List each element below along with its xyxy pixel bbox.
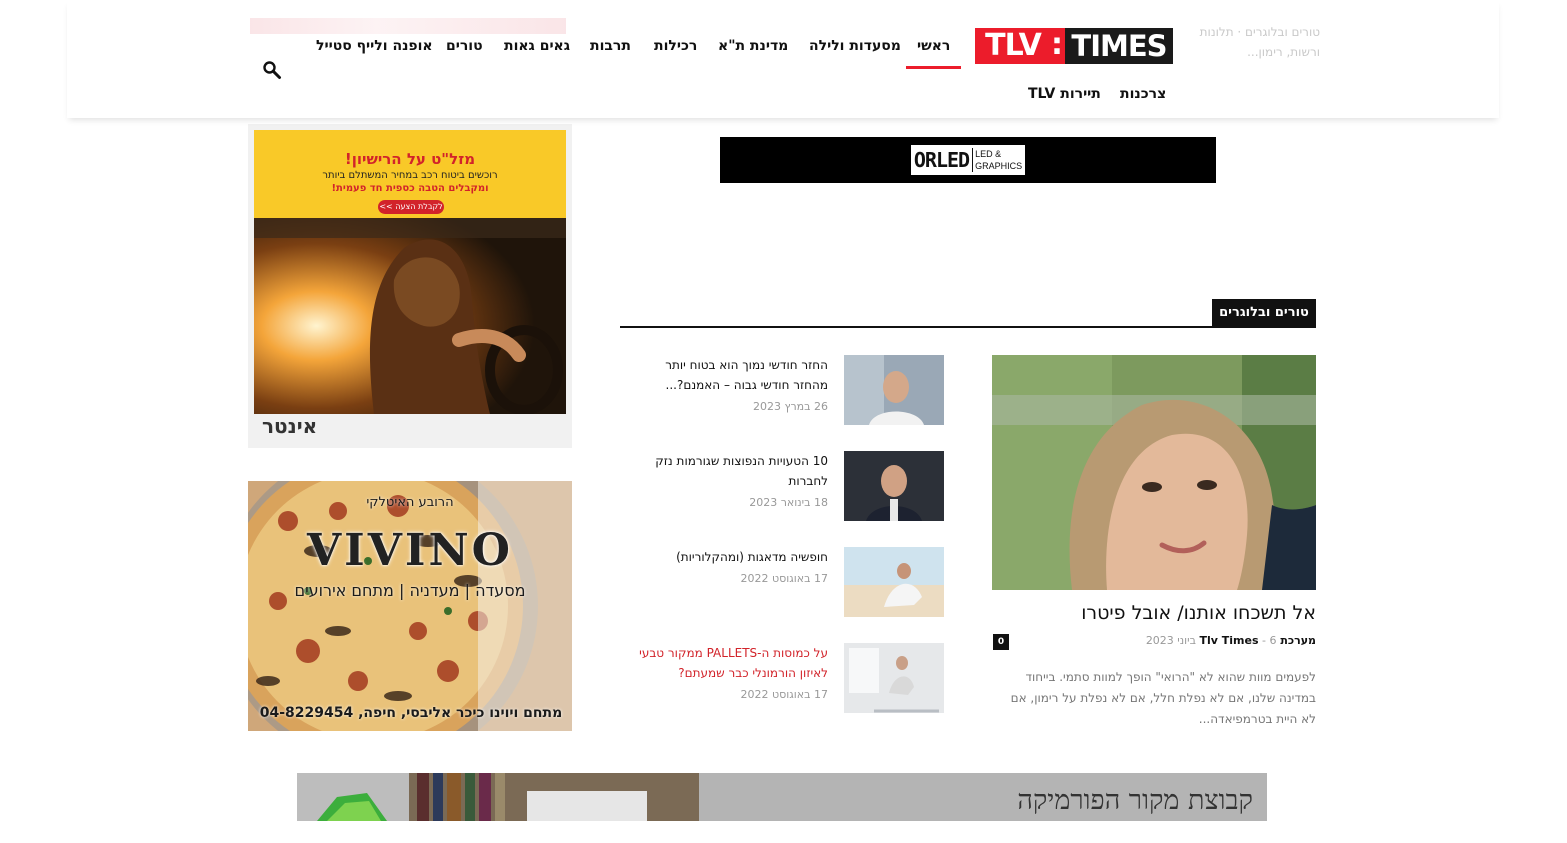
ghost-header-text: טורים ובלוגרים · תלונות ורשות, רימון...: [1199, 25, 1320, 59]
nav-item-restaurants[interactable]: מסעדות ולילה: [809, 34, 901, 58]
comment-count-badge[interactable]: 0: [993, 634, 1009, 650]
nav-item-tlv-state[interactable]: מדינת ת"א: [718, 34, 788, 58]
nav-item-tourism[interactable]: תיירות TLV: [1028, 82, 1101, 106]
nav-item-consumer[interactable]: צרכנות: [1120, 82, 1166, 106]
main-article-title[interactable]: אל תשכחו אותנו/ אובל פיטרו: [992, 602, 1316, 624]
main-article-excerpt: לפעמים מוות שהוא לא "הרואי" הופך למוות ס…: [1010, 670, 1316, 726]
article-date: 26 במרץ 2023: [753, 400, 828, 413]
vivino-ad-name: VIVINO: [307, 525, 513, 576]
article-date: 17 באוגוסט 2022: [740, 688, 828, 701]
car-insurance-ad[interactable]: מזל"ט על הרישיון! רוכשים ביטוח רכב במחיר…: [248, 124, 572, 448]
car-ad-headline: מזל"ט על הרישיון!: [344, 150, 476, 168]
article-date: 18 בינואר 2023: [749, 496, 828, 509]
main-article-meta: מערכת Tlv Times - 6 ביוני 2023: [1040, 634, 1316, 647]
search-icon[interactable]: [262, 60, 282, 80]
main-article-image[interactable]: [992, 355, 1316, 590]
nav-active-indicator: [906, 66, 961, 69]
car-ad-button[interactable]: לקבלת הצעה >>: [378, 200, 444, 214]
nav-item-home[interactable]: ראשי: [917, 34, 950, 58]
list-item: 10 הטעויות הנפוצות שגורמות נזק לחברות 18…: [620, 451, 944, 521]
orled-logo-sub2: GRAPHICS: [975, 161, 1023, 171]
vivino-ad-tagline: הרובע האיטלקי: [366, 495, 454, 510]
article-thumbnail[interactable]: [844, 547, 944, 617]
main-article-meta-separator: -: [1262, 634, 1267, 647]
section-tag-columns[interactable]: טורים ובלוגרים: [1212, 299, 1316, 327]
article-thumbnail[interactable]: [844, 451, 944, 521]
logo-tlv: TLV: [975, 28, 1051, 64]
nav-item-gossip[interactable]: רכילות: [654, 34, 697, 58]
orled-logo-sub1: LED &: [975, 149, 1002, 159]
nav-item-fashion[interactable]: אופנה ולייף סטייל: [316, 34, 433, 58]
article-thumbnail[interactable]: [844, 355, 944, 425]
orled-logo-sub: LED & GRAPHICS: [972, 148, 1022, 172]
vivino-ad-subtitle: מסעדה | מעדניה | מתחם אירועים: [294, 581, 526, 600]
orled-logo: ORLED LED & GRAPHICS: [910, 145, 1026, 175]
list-item: על כמוסות ה-PALLETS ממקור טבעי לאיזון הו…: [620, 643, 944, 713]
orled-banner-ad[interactable]: ORLED LED & GRAPHICS: [720, 137, 1216, 183]
formica-ad-text: קבוצת מקור הפורמיקה: [1017, 785, 1253, 816]
article-date: 17 באוגוסט 2022: [740, 572, 828, 585]
list-item: חופשיה מדאגות (ומהקלוריות) 17 באוגוסט 20…: [620, 547, 944, 617]
car-ad-brand-logo: אינטר: [262, 414, 318, 438]
ghost-ad-strip: [250, 18, 566, 34]
main-article-author[interactable]: מערכת Tlv Times: [1200, 634, 1317, 647]
pizza-image: [248, 481, 572, 731]
car-insurance-ad-image: מזל"ט על הרישיון! רוכשים ביטוח רכב במחיר…: [254, 130, 566, 414]
article-title[interactable]: חופשיה מדאגות (ומהקלוריות): [628, 547, 828, 567]
article-title[interactable]: על כמוסות ה-PALLETS ממקור טבעי לאיזון הו…: [628, 643, 828, 683]
logo-times: TIMES: [1065, 28, 1173, 64]
list-item: החזר חודשי נמוך הוא בטוח יותר מהחזר חודש…: [620, 355, 944, 425]
nav-item-culture[interactable]: תרבות: [590, 34, 631, 58]
formica-banner-ad[interactable]: קבוצת מקור הפורמיקה: [297, 773, 1267, 821]
article-title[interactable]: 10 הטעויות הנפוצות שגורמות נזק לחברות: [628, 451, 828, 491]
nav-item-pride[interactable]: גאים גאות: [504, 34, 570, 58]
vivino-ad-contact: מתחם ויוינו כיכר אליבסי, חיפה, 04-822945…: [259, 705, 563, 721]
vivino-ad[interactable]: הרובע האיטלקי VIVINO מסעדה | מעדניה | מת…: [248, 481, 572, 731]
logo-separator: :: [1051, 27, 1065, 64]
car-ad-line2: רוכשים ביטוח רכב במחיר המשתלם ביותר: [322, 170, 498, 181]
article-title[interactable]: החזר חודשי נמוך הוא בטוח יותר מהחזר חודש…: [628, 355, 828, 395]
article-thumbnail[interactable]: [844, 643, 944, 713]
car-ad-line3: ומקבלים הטבה כספית חד פעמית!: [331, 183, 489, 194]
nav-item-columns[interactable]: טורים: [446, 34, 483, 58]
site-logo[interactable]: TLV : TIMES: [975, 28, 1173, 64]
orled-logo-main: ORLED: [913, 148, 970, 172]
